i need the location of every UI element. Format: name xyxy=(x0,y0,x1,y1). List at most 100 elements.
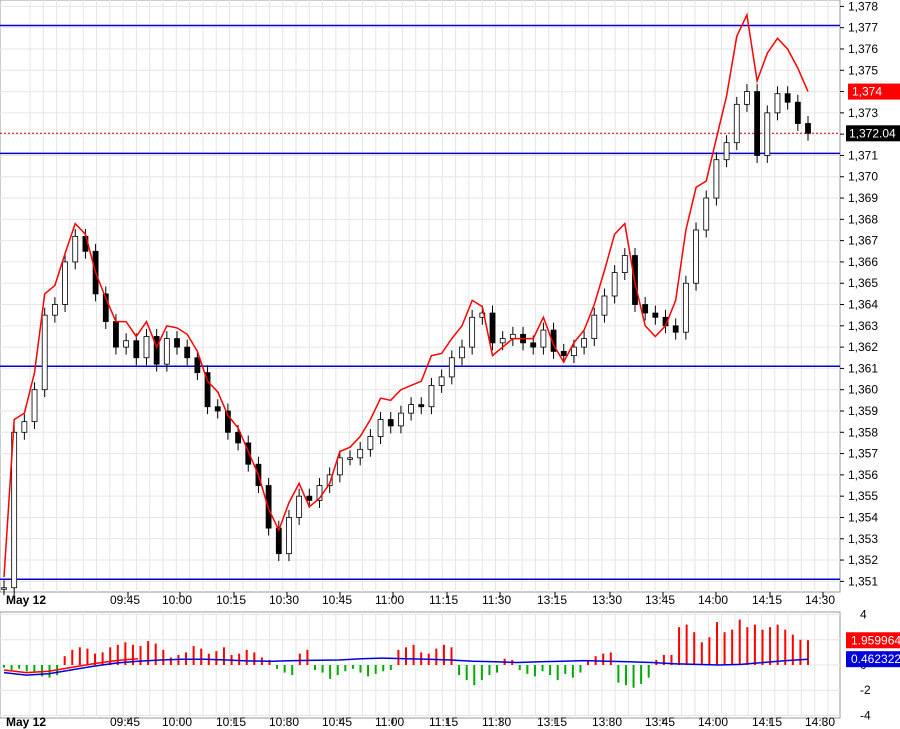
x-tick-label: 11:00 xyxy=(375,593,404,607)
indicator-x-tick-label: 11:15 xyxy=(429,715,458,729)
candle-body xyxy=(591,314,598,339)
candle-body xyxy=(794,101,801,124)
y-tick-label: 1,360 xyxy=(848,383,878,397)
candle-body xyxy=(408,404,414,414)
x-tick-label: 14:00 xyxy=(698,593,728,607)
x-tick-label: 10:15 xyxy=(216,593,246,607)
candle-body xyxy=(113,321,119,348)
time-axis: May 12 09:45 10:00 10:15 10:30 10:45 11:00 11:… xyxy=(6,592,835,607)
candle-body xyxy=(286,517,292,555)
candle-body xyxy=(784,93,791,103)
y-tick-label: 1,361 xyxy=(848,361,878,375)
y-tick-label: 1,365 xyxy=(848,276,878,290)
x-tick-label: 14:30 xyxy=(805,593,835,607)
indicator-x-tick-label: 14:15 xyxy=(752,715,782,729)
candle-body xyxy=(611,272,618,297)
x-tick-label: 13:15 xyxy=(537,593,567,607)
candle-body xyxy=(21,421,28,433)
candle-body xyxy=(703,197,710,231)
y-tick-label: 1,364 xyxy=(848,298,878,312)
indicator-x-tick-label: 14:30 xyxy=(805,715,835,729)
candle-body xyxy=(184,346,191,359)
candle-body xyxy=(530,342,537,348)
candle-body xyxy=(652,312,659,318)
indicator-x-tick-label: 11:00 xyxy=(375,715,404,729)
candle-body xyxy=(387,419,394,427)
candle-body xyxy=(774,93,781,114)
indicator-axis: 420-2-41.9599640.462322 xyxy=(846,608,900,722)
y-tick-label: 1,356 xyxy=(848,468,878,482)
candle-body xyxy=(214,406,221,412)
y-tick-label: 1,359 xyxy=(848,404,878,418)
candle-body xyxy=(754,91,761,156)
candle-body xyxy=(357,448,364,459)
candle-body xyxy=(143,336,150,359)
candle-body xyxy=(306,495,313,501)
y-tick-label: 1,357 xyxy=(848,447,878,461)
y-tick-label: 1,368 xyxy=(848,212,878,226)
candle-body xyxy=(72,235,79,263)
candle-body xyxy=(367,436,374,450)
indicator-x-tick-label: 14:00 xyxy=(698,715,728,729)
x-tick-label: 14:15 xyxy=(752,593,782,607)
price-frame xyxy=(0,0,841,593)
candle-body xyxy=(744,91,750,105)
indicator-x-tick-label: 10:45 xyxy=(322,715,352,729)
indicator-date-label: May 12 xyxy=(6,715,46,729)
candle-body xyxy=(581,338,588,348)
y-tick-label: 1,369 xyxy=(848,191,878,205)
candle-body xyxy=(347,457,353,460)
indicator-x-tick-label: 11:30 xyxy=(482,715,511,729)
x-tick-label: 13:30 xyxy=(592,593,622,607)
y-tick-label: 1,366 xyxy=(848,255,878,269)
y-tick-label: 1,367 xyxy=(848,234,878,248)
indicator-x-tick-label: 13:15 xyxy=(537,715,567,729)
indicator-x-tick-label: 10:00 xyxy=(162,715,192,729)
signal-value-tag-text: 0.462322 xyxy=(851,652,900,666)
last-price-tag-text: 1,372.04 xyxy=(849,126,896,140)
candle-body xyxy=(275,527,282,555)
candle-body xyxy=(499,338,506,344)
y-tick-label: 1,373 xyxy=(848,106,878,120)
candle-body xyxy=(428,385,435,408)
candle-body xyxy=(1,587,7,590)
candle-body xyxy=(601,295,608,316)
candle-body xyxy=(682,282,689,333)
stock-chart: 1,351 1,352 1,353 1,354 1,355 1,356 1,357 1,358… xyxy=(0,0,900,729)
indicator-x-tick-label: 13:45 xyxy=(645,715,675,729)
candle-body xyxy=(438,376,445,386)
candle-body xyxy=(398,412,404,427)
y-tick-label: 1,370 xyxy=(848,170,878,184)
y-tick-label: 1,371 xyxy=(848,148,878,162)
candle-body xyxy=(377,419,384,437)
indicator-x-tick-label: 09:45 xyxy=(110,715,140,729)
y-tick-label: 1,376 xyxy=(848,42,878,56)
candle-body xyxy=(459,346,465,359)
candle-body xyxy=(571,346,577,357)
indicator-y-tick-label: -4 xyxy=(860,708,871,722)
indicator-y-tick-label: 4 xyxy=(860,608,867,622)
candle-body xyxy=(448,357,455,378)
candle-body xyxy=(469,316,476,348)
candle-body xyxy=(672,325,679,333)
indicator-x-tick-label: 13:30 xyxy=(592,715,622,729)
date-label: May 12 xyxy=(6,593,46,607)
indicator-x-tick-label: 10:30 xyxy=(269,715,299,729)
candle-body xyxy=(713,159,720,199)
candle-body xyxy=(194,357,201,374)
y-tick-label: 1,351 xyxy=(848,574,878,588)
y-tick-label: 1,378 xyxy=(848,0,878,13)
x-tick-label: 11:15 xyxy=(429,593,458,607)
candle-body xyxy=(489,312,496,344)
x-tick-label: 13:45 xyxy=(645,593,675,607)
candle-body xyxy=(174,338,180,348)
candle-body xyxy=(62,261,68,305)
x-tick-label: 10:00 xyxy=(162,593,192,607)
candle-body xyxy=(764,112,771,156)
y-tick-label: 1,354 xyxy=(848,510,878,524)
candle-body xyxy=(621,255,628,273)
y-tick-label: 1,353 xyxy=(848,532,878,546)
y-tick-label: 1,355 xyxy=(848,489,878,503)
x-tick-label: 09:45 xyxy=(110,593,140,607)
histogram-value-tag-text: 1.959964 xyxy=(851,633,900,647)
